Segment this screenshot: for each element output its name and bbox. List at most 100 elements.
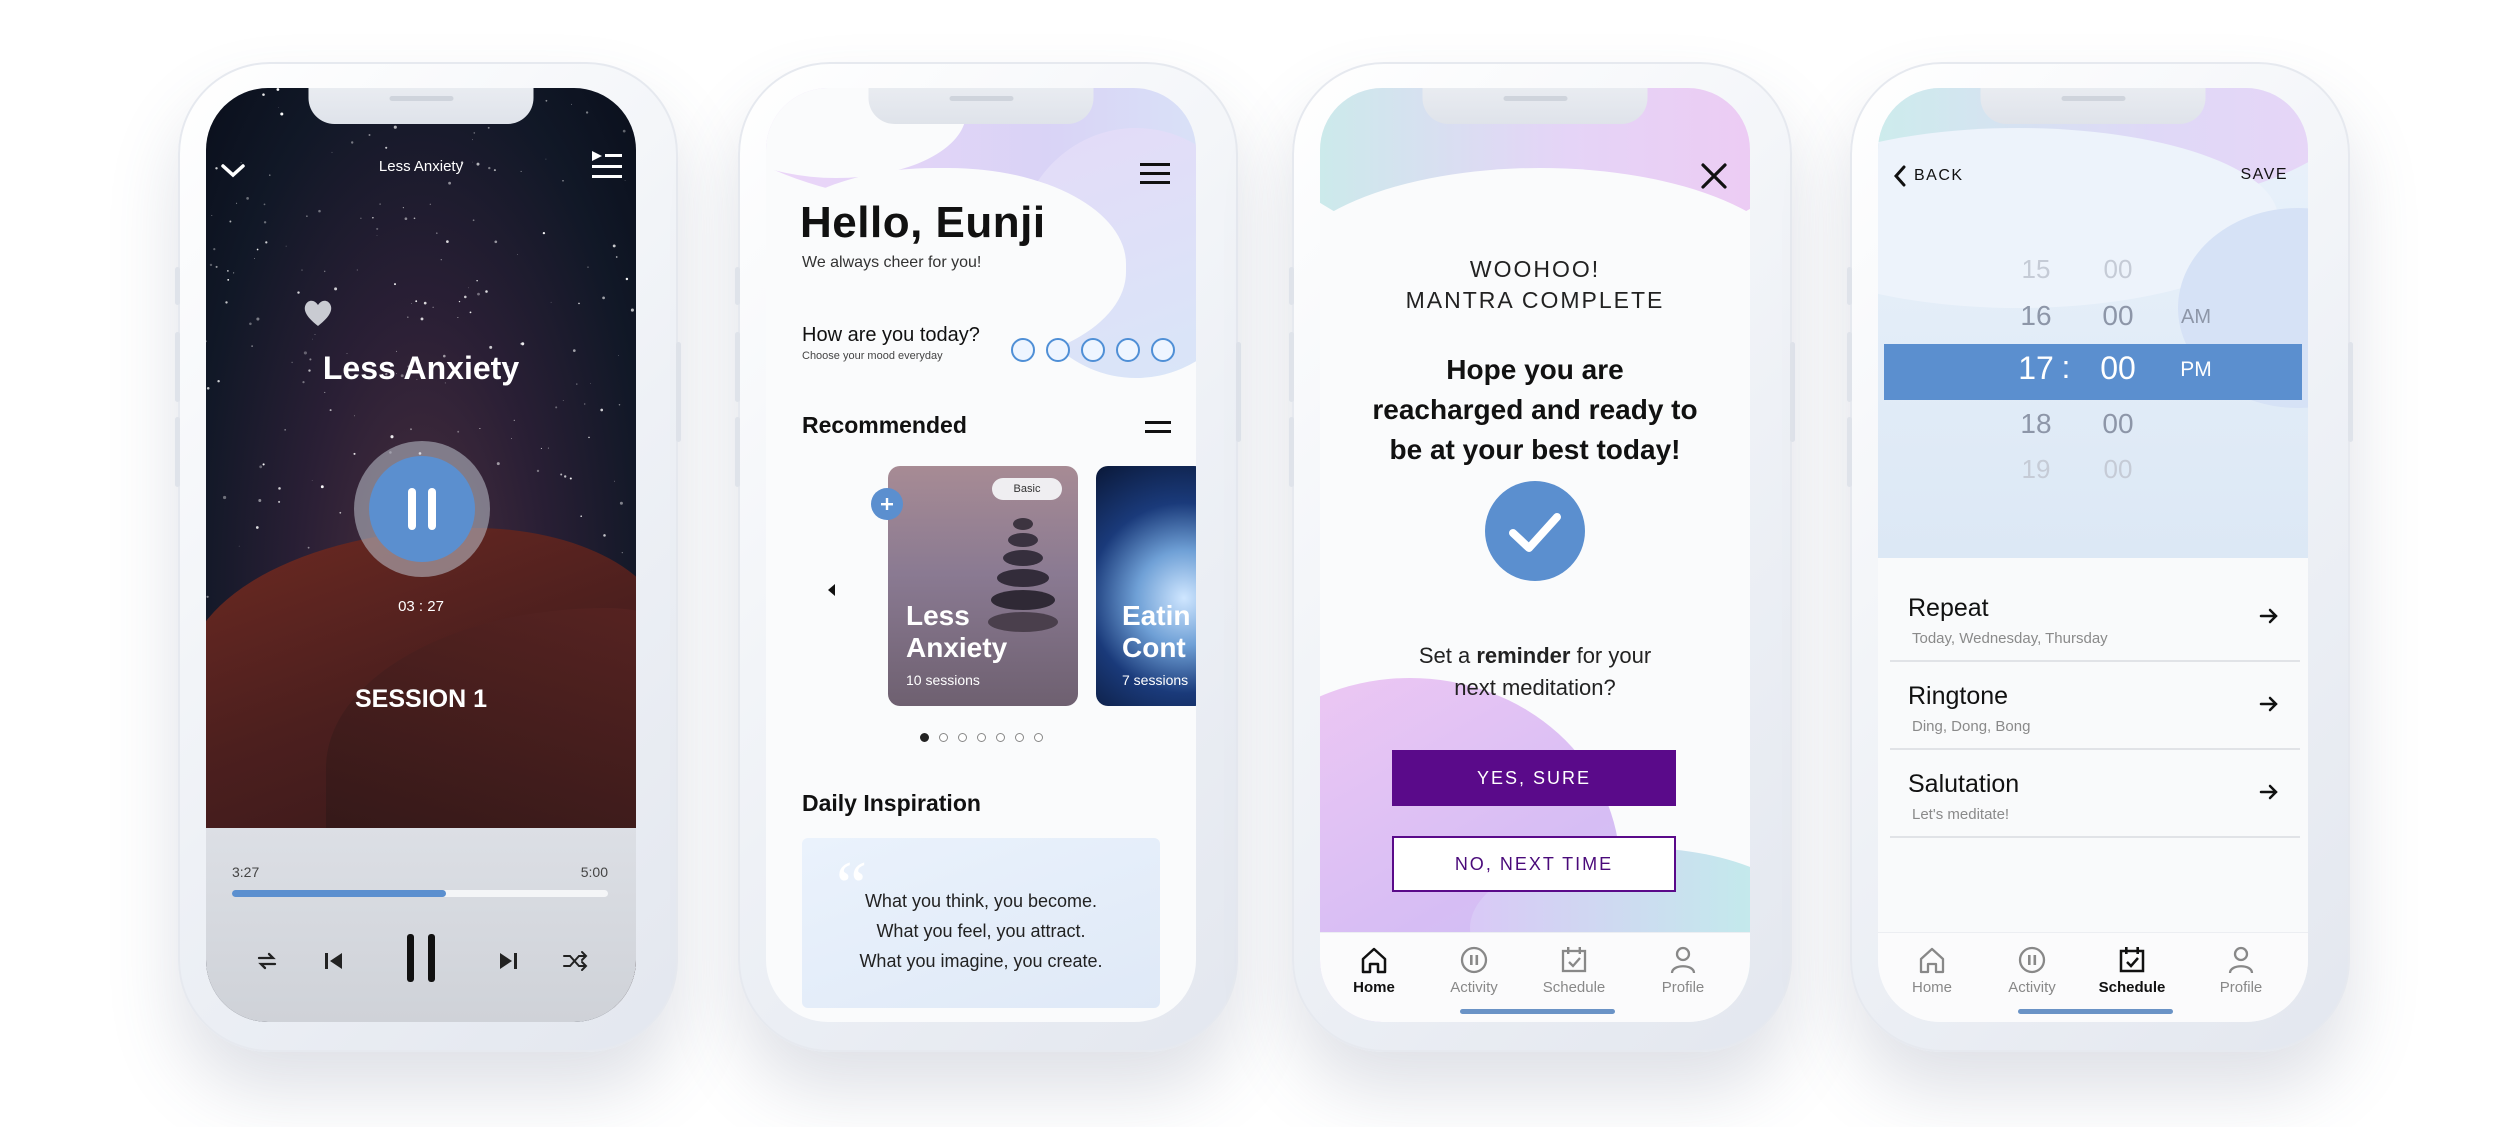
carousel-dot[interactable] [1034, 733, 1043, 742]
row-subtitle: Ding, Dong, Bong [1912, 718, 2031, 735]
tab-activity[interactable]: Activity [1429, 945, 1519, 996]
add-card-button[interactable] [871, 488, 903, 520]
hour-option[interactable]: 18 [2006, 408, 2066, 440]
card2-sessions: 7 sessions [1122, 672, 1189, 688]
complete-heading-line: WOOHOO! [1469, 256, 1601, 282]
tab-profile[interactable]: Profile [1638, 945, 1728, 996]
arrow-right-icon [2259, 696, 2278, 712]
row-subtitle: Let's meditate! [1912, 806, 2010, 823]
reminder-question: Set a reminder for your [1418, 643, 1652, 668]
calendar-icon [1559, 945, 1589, 975]
no-next-time-button[interactable]: NO, NEXT TIME [1392, 836, 1676, 892]
time-picker[interactable]: 15 00 16 00 AM 17 : 00 PM 18 00 19 00 [1878, 88, 2308, 588]
tab-schedule[interactable]: Schedule [2087, 945, 2177, 996]
tab-label: Home [1353, 979, 1395, 996]
phone-home: Hello, Eunji We always cheer for you! Ho… [735, 62, 1241, 1052]
carousel-dot[interactable] [958, 733, 967, 742]
minute-option[interactable]: 00 [2088, 254, 2148, 285]
minute-option[interactable]: 00 [2088, 300, 2148, 332]
stones-image [988, 514, 1058, 644]
hour-option[interactable]: 15 [2006, 254, 2066, 285]
repeat-row[interactable]: Repeat Today, Wednesday, Thursday [1890, 574, 2300, 662]
row-title: Salutation [1908, 770, 2020, 798]
home-indicator [2018, 1009, 2173, 1014]
selected-minute[interactable]: 00 [2088, 350, 2148, 387]
activity-icon [2017, 945, 2047, 975]
greeting-subtitle: We always cheer for you! [802, 254, 982, 271]
time-total: 5:00 [580, 864, 608, 880]
calendar-icon [2117, 945, 2147, 975]
yes-sure-button[interactable]: YES, SURE [1392, 750, 1676, 806]
tab-profile[interactable]: Profile [2196, 945, 2286, 996]
hour-option[interactable]: 16 [2006, 300, 2066, 332]
carousel-prev-icon[interactable] [824, 582, 840, 598]
arrow-right-icon [2259, 608, 2278, 624]
heart-icon[interactable] [301, 296, 335, 330]
list-toggle-icon[interactable] [1144, 418, 1172, 436]
am-option[interactable]: AM [2166, 306, 2226, 329]
tab-label: Home [1911, 979, 1952, 996]
card2-title-line1: Eatin [1122, 600, 1191, 631]
minute-option[interactable]: 00 [2088, 408, 2148, 440]
mood-neutral-icon[interactable] [1081, 338, 1105, 362]
quote-card: “ What you think, you become. What you f… [802, 838, 1160, 1008]
time-separator: : [2061, 349, 2071, 385]
carousel-dot[interactable] [996, 733, 1005, 742]
phone-complete: WOOHOO! MANTRA COMPLETE Hope you are rea… [1289, 62, 1795, 1052]
mood-angry-icon[interactable] [1151, 338, 1175, 362]
hour-option[interactable]: 19 [2006, 454, 2066, 485]
recommended-heading: Recommended [802, 412, 967, 438]
repeat-icon[interactable] [254, 948, 280, 974]
mood-smile-icon[interactable] [1011, 338, 1035, 362]
mood-sad-icon[interactable] [1116, 338, 1140, 362]
carousel-dot[interactable] [977, 733, 986, 742]
complete-heading-line: MANTRA COMPLETE [1405, 287, 1665, 313]
carousel-dot[interactable] [939, 733, 948, 742]
progress-fill [232, 890, 447, 897]
complete-message-line: reacharged and ready to [1372, 394, 1698, 425]
tab-schedule[interactable]: Schedule [1529, 945, 1619, 996]
minute-option[interactable]: 00 [2088, 454, 2148, 485]
pause-button[interactable] [369, 456, 475, 562]
card-less-anxiety[interactable]: Basic Less Anxiety 10 sessions [888, 466, 1078, 706]
shuffle-icon[interactable] [561, 948, 589, 974]
tab-label: Activity [2008, 979, 2056, 996]
next-icon[interactable] [496, 948, 522, 974]
carousel-dot[interactable] [1015, 733, 1024, 742]
chevron-down-icon[interactable] [218, 156, 248, 186]
tab-home[interactable]: Home [1329, 945, 1419, 996]
reminder-question-line2: next meditation? [1454, 675, 1616, 700]
tab-label: Schedule [1542, 979, 1606, 996]
card-eating-control[interactable]: Eatin Cont 7 sessions [1096, 466, 1196, 706]
row-title: Ringtone [1908, 682, 2009, 710]
settings-panel: Repeat Today, Wednesday, Thursday Ringto… [1878, 558, 2308, 938]
selected-pm[interactable]: PM [2166, 358, 2226, 382]
previous-icon[interactable] [320, 948, 346, 974]
track-title: Less Anxiety [322, 350, 520, 386]
card-title-line2: Anxiety [906, 632, 1008, 663]
card2-title-line2: Cont [1122, 632, 1186, 663]
player-header-title: Less Anxiety [378, 158, 464, 175]
salutation-row[interactable]: Salutation Let's meditate! [1890, 750, 2300, 838]
greeting-heading: Hello, Eunji [800, 198, 1046, 247]
quote-line: What you imagine, you create. [859, 951, 1103, 971]
card-badge: Basic [992, 478, 1062, 500]
home-icon [1917, 945, 1947, 975]
pause-icon[interactable] [401, 928, 441, 988]
mood-grin-icon[interactable] [1046, 338, 1070, 362]
quote-line: What you feel, you attract. [876, 921, 1086, 941]
progress-track[interactable] [232, 890, 608, 897]
tab-home[interactable]: Home [1887, 945, 1977, 996]
tab-activity[interactable]: Activity [1987, 945, 2077, 996]
tab-label: Activity [1450, 979, 1498, 996]
schedule-screen: BACK SAVE 15 00 16 00 AM 17 : 00 PM 18 0… [1878, 88, 2308, 1022]
profile-icon [1668, 945, 1698, 975]
row-subtitle: Today, Wednesday, Thursday [1912, 630, 2108, 647]
playlist-icon[interactable] [588, 148, 624, 182]
tab-label: Profile [2219, 979, 2263, 996]
ringtone-row[interactable]: Ringtone Ding, Dong, Bong [1890, 662, 2300, 750]
carousel-dot[interactable] [920, 733, 929, 742]
menu-icon[interactable] [1138, 160, 1172, 188]
tab-label: Profile [1661, 979, 1705, 996]
close-icon[interactable] [1698, 160, 1730, 192]
